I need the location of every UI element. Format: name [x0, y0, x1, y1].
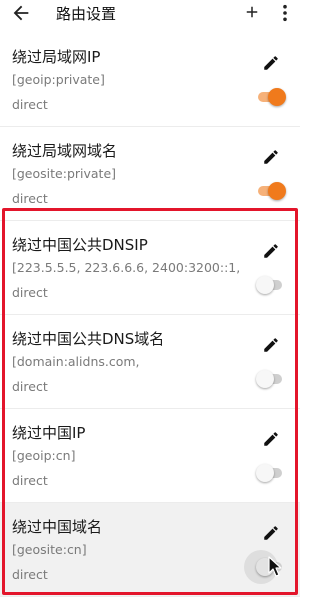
mouse-pointer-icon	[268, 556, 282, 577]
more-vert-icon[interactable]	[281, 4, 289, 22]
toggle-thumb	[268, 182, 286, 200]
highlight-box	[2, 208, 298, 595]
route-name: 绕过局域网IP	[12, 48, 101, 66]
route-rule: [geoip:private]	[12, 72, 105, 87]
route-outbound: direct	[12, 97, 48, 112]
route-rule: [geosite:private]	[12, 166, 117, 181]
arrow-left-icon[interactable]	[10, 2, 32, 24]
page-title: 路由设置	[56, 5, 117, 23]
route-toggle[interactable]	[256, 88, 286, 106]
app-bar: 路由设置	[0, 0, 300, 28]
route-toggle[interactable]	[256, 182, 286, 200]
route-item[interactable]: 绕过局域网IP [geoip:private] direct	[0, 33, 300, 127]
route-item[interactable]: 绕过局域网域名 [geosite:private] direct	[0, 127, 300, 221]
plus-icon[interactable]	[243, 3, 261, 21]
route-name: 绕过局域网域名	[12, 142, 118, 160]
pencil-icon[interactable]	[262, 148, 280, 166]
toggle-thumb	[268, 88, 286, 106]
route-outbound: direct	[12, 191, 48, 206]
pencil-icon[interactable]	[262, 54, 280, 72]
